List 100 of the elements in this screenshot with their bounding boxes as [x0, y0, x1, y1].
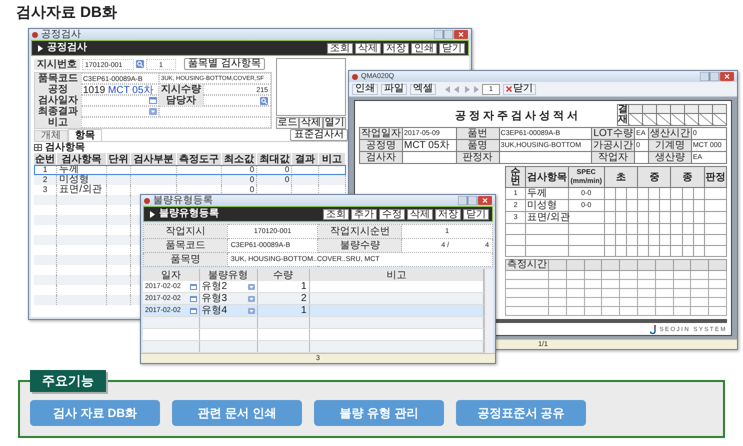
- toolbar-button[interactable]: 수정: [379, 208, 405, 220]
- info-label: 공정명: [360, 140, 402, 152]
- info-label: 작업자: [592, 152, 635, 164]
- toolbar-button[interactable]: 저장: [435, 208, 461, 220]
- scrollbar[interactable]: [484, 269, 493, 353]
- item-inspection-button[interactable]: 품목별 검사항목: [184, 58, 265, 70]
- defect-type-value: 유형2: [202, 282, 228, 292]
- dropdown-icon[interactable]: [248, 296, 254, 302]
- result-dropdown[interactable]: [81, 106, 159, 117]
- info-label: 판정자: [456, 152, 500, 164]
- window-title: 공정검사: [41, 29, 81, 40]
- field-label: 공정: [35, 84, 81, 95]
- table-cell: 0: [250, 175, 254, 184]
- table-row[interactable]: 2 미성형 0 0: [34, 175, 346, 185]
- page-title: 검사자료 DB화: [15, 3, 118, 23]
- toolbar-button[interactable]: 파일: [381, 84, 407, 94]
- column-header: 비고: [318, 153, 346, 165]
- column-header: 단위: [106, 153, 131, 165]
- toolbar-button[interactable]: 인쇄: [352, 84, 378, 94]
- app-icon: [352, 74, 358, 80]
- toolbar-button[interactable]: 닫기: [439, 42, 465, 54]
- table-cell: 1: [300, 280, 306, 292]
- field-label: 지시번호: [34, 58, 80, 70]
- tab[interactable]: 개체: [34, 130, 68, 141]
- process-field[interactable]: 1019 MCT 05차: [81, 84, 159, 95]
- toolbar-button[interactable]: 저장: [383, 42, 409, 54]
- close-button[interactable]: 닫기: [503, 84, 536, 94]
- table-cell: 표면/외관: [527, 212, 570, 222]
- column-header: 검사항목: [56, 153, 106, 165]
- lookup-icon[interactable]: [136, 60, 144, 68]
- toolbar-button[interactable]: 인쇄: [411, 42, 437, 54]
- close-icon[interactable]: [506, 86, 512, 92]
- window-buttons-icon[interactable]: [434, 30, 468, 39]
- manager-field[interactable]: [203, 95, 271, 106]
- result-note-field[interactable]: [159, 106, 271, 117]
- info-value: MCT 05차: [404, 140, 450, 150]
- play-icon: [38, 44, 43, 52]
- info-label: 기계명: [648, 140, 692, 152]
- defect-type-value: 유형4: [202, 306, 228, 316]
- column-header: 결과: [292, 153, 319, 165]
- features-tab-label: 주요기능: [30, 370, 106, 392]
- column-header: 측정도구: [176, 153, 222, 165]
- column-header: 종: [670, 166, 704, 188]
- toolbar-button[interactable]: 삭제: [407, 208, 433, 220]
- column-header: 초: [604, 166, 638, 188]
- dropdown-icon[interactable]: [149, 108, 157, 115]
- dropdown-icon[interactable]: [248, 308, 254, 314]
- calendar-icon[interactable]: [190, 284, 196, 290]
- date-field[interactable]: [81, 95, 159, 106]
- remark-field[interactable]: [81, 117, 271, 128]
- dropdown-icon[interactable]: [248, 284, 254, 290]
- info-label: LOT수량: [592, 128, 635, 140]
- field-label: 작업지시: [144, 224, 228, 238]
- tab[interactable]: 항목: [68, 129, 102, 141]
- window-title: 불량유형등록: [153, 195, 213, 206]
- toolbar-button[interactable]: 조회: [323, 208, 349, 220]
- calendar-icon[interactable]: [190, 296, 196, 302]
- info-label: 품번: [456, 128, 500, 140]
- standard-sheet-button[interactable]: 표준검사서: [290, 129, 348, 141]
- column-header: 최대값: [256, 153, 292, 165]
- field-label: 검사일자: [35, 95, 81, 106]
- page-navigation-icon[interactable]: [445, 86, 479, 92]
- field-label: 비고: [35, 117, 81, 128]
- approval-label: 결재: [618, 105, 628, 125]
- attachment-button[interactable]: 삭제: [299, 117, 323, 129]
- window-buttons-icon[interactable]: [700, 72, 734, 81]
- attachment-button[interactable]: 로드: [276, 117, 300, 129]
- info-label: 검사자: [360, 152, 402, 164]
- column-header: 판정: [704, 166, 726, 188]
- info-label: 작업일자: [360, 128, 402, 140]
- toolbar-button[interactable]: 삭제: [355, 42, 381, 54]
- column-header: 검사항목: [526, 166, 568, 188]
- field-label: 최종결과: [35, 106, 81, 117]
- column-header: 수량: [257, 269, 309, 281]
- header-title: 불량유형등록: [159, 208, 219, 220]
- calendar-icon[interactable]: [190, 308, 196, 314]
- lookup-icon[interactable]: [260, 96, 268, 104]
- table-cell: 0: [284, 165, 290, 174]
- table-cell: 0: [250, 185, 254, 194]
- column-header: 비고: [309, 269, 484, 281]
- field-label: 지시수량: [159, 84, 203, 95]
- defect-type-value: 유형3: [202, 294, 228, 304]
- app-icon: [144, 198, 150, 204]
- attachment-button[interactable]: 열기: [322, 117, 346, 129]
- window-buttons-icon[interactable]: [458, 196, 492, 205]
- toolbar-button[interactable]: 닫기: [463, 208, 489, 220]
- column-header: 순번: [506, 166, 526, 188]
- table-row[interactable]: 3 표면/외관 0: [34, 185, 346, 195]
- table-cell: 두께: [527, 188, 548, 198]
- toolbar-button[interactable]: 엑셀: [410, 84, 436, 94]
- toolbar-button[interactable]: 조회: [327, 42, 353, 54]
- section-title: 검사항목: [45, 142, 85, 153]
- column-header: 중: [638, 166, 671, 188]
- info-label: 생산량: [648, 152, 692, 164]
- field-label: 품목코드: [35, 73, 81, 84]
- calendar-icon[interactable]: [149, 97, 157, 104]
- info-label: 품명: [456, 140, 500, 152]
- toolbar-button[interactable]: 추가: [351, 208, 377, 220]
- logo-icon: [650, 325, 658, 334]
- table-cell: 미성형: [527, 200, 558, 210]
